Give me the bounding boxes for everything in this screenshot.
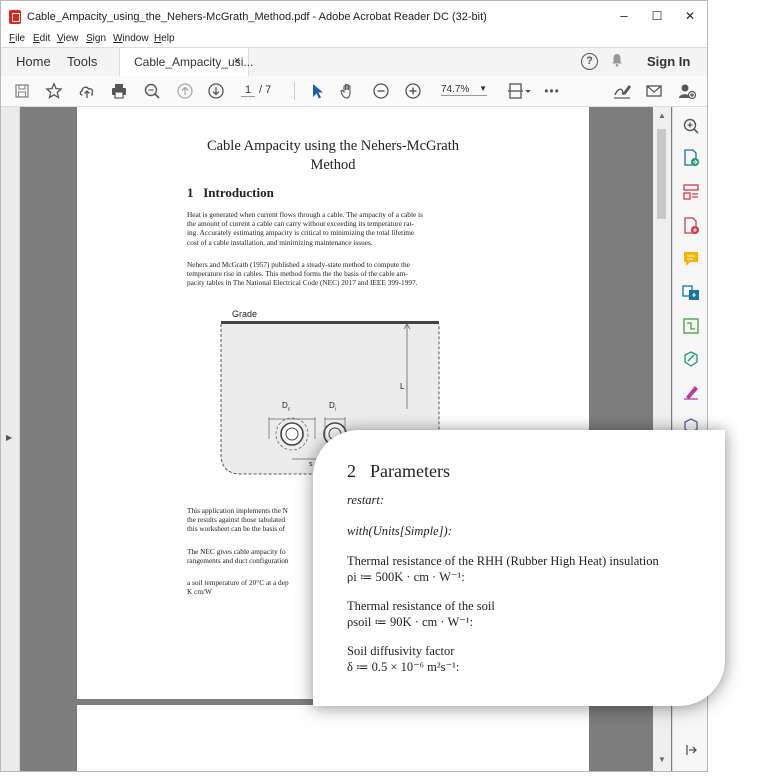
section-number: 1 [187, 185, 194, 200]
maximize-button[interactable]: ☐ [646, 7, 668, 25]
pdf-page-2 [77, 705, 589, 771]
menu-view[interactable]: View [57, 33, 79, 44]
zoom-search-icon[interactable] [141, 80, 163, 102]
menu-help[interactable]: Help [154, 33, 175, 44]
paragraph-1: Heat is generated when current flows thr… [187, 210, 477, 247]
zoom-tool-icon[interactable] [682, 117, 700, 135]
fit-page-icon[interactable] [505, 80, 533, 102]
rho-i-description: Thermal resistance of the RHH (Rubber Hi… [347, 554, 659, 568]
zoom-dropdown[interactable]: 74.7% ▼ [441, 84, 487, 96]
section-title: Parameters [370, 461, 450, 481]
toolbar-divider [294, 82, 295, 100]
menu-bar: File Edit View Sign Window Help [1, 33, 707, 47]
star-icon[interactable] [43, 80, 65, 102]
page-number-input[interactable]: 1 [241, 84, 255, 97]
menu-file[interactable]: File [9, 33, 25, 44]
hand-icon[interactable] [337, 80, 359, 102]
close-button[interactable]: ✕ [679, 7, 701, 25]
acrobat-icon [9, 10, 21, 24]
diameter-subscript: i [334, 406, 336, 413]
tab-tools[interactable]: Tools [67, 54, 97, 69]
page-up-icon[interactable] [174, 80, 196, 102]
sign-in-button[interactable]: Sign In [647, 54, 690, 69]
upload-icon[interactable] [76, 80, 98, 102]
spacing-label: s [309, 461, 313, 468]
select-cursor-icon[interactable] [306, 80, 328, 102]
export-pdf-icon[interactable] [682, 149, 700, 167]
sign-icon[interactable] [611, 80, 633, 102]
scrollbar-thumb[interactable] [657, 129, 666, 219]
delta-description: Soil diffusivity factor [347, 644, 455, 658]
section-title: Introduction [203, 185, 274, 200]
rho-soil-expression: ρsoil ≔ 90K · cm · W⁻¹: [347, 615, 474, 629]
text-line: Heat is generated when current flows thr… [187, 210, 423, 219]
text-line: temperature rise in cables. This method … [187, 269, 408, 279]
text-line: ing. Accurately estimating ampacity is c… [187, 228, 415, 238]
chevron-down-icon: ▼ [479, 84, 487, 93]
text-line: the amount of current a cable can carry … [187, 219, 414, 229]
section-heading-introduction: 1 Introduction [187, 185, 274, 201]
restart-command: restart: [347, 493, 385, 507]
rho-i-expression: ρi ≔ 500K · cm · W⁻¹: [347, 570, 465, 584]
edit-pdf-icon[interactable] [682, 350, 700, 368]
menu-window[interactable]: Window [113, 33, 149, 44]
expand-panel-icon[interactable]: ▶ [6, 433, 12, 442]
zoom-value: 74.7% [441, 84, 470, 95]
email-icon[interactable] [643, 80, 665, 102]
scroll-down-icon[interactable]: ▼ [658, 755, 666, 764]
bell-icon[interactable] [611, 53, 623, 70]
text-line: cost of a cable installation, and minimi… [187, 237, 373, 247]
combine-files-icon[interactable] [682, 284, 700, 302]
collapse-pane-icon[interactable] [682, 741, 700, 759]
delta-expression: δ ≔ 0.5 × 10⁻⁶ m²s⁻¹: [347, 660, 460, 674]
menu-edit[interactable]: Edit [33, 33, 50, 44]
section-number: 2 [347, 461, 356, 481]
document-title-line-2: Method [310, 157, 356, 173]
save-icon[interactable] [11, 80, 33, 102]
text-line: pacity tables in The National Electrical… [187, 278, 418, 288]
add-user-icon[interactable] [676, 80, 698, 102]
section-heading-parameters: 2 Parameters [347, 461, 450, 482]
toolbar: 1 / 7 74.7% ▼ ••• [1, 76, 707, 107]
more-tools-icon[interactable]: ••• [541, 80, 563, 102]
rho-soil-description: Thermal resistance of the soil [347, 599, 495, 613]
title-bar: Cable_Ampacity_using_the_Nehers-McGrath_… [1, 1, 707, 33]
with-units-command: with(Units[Simple]): [347, 524, 452, 538]
minimize-button[interactable]: – [613, 7, 635, 25]
diameter-subscript: c [287, 406, 291, 413]
fill-sign-icon[interactable] [682, 383, 700, 401]
compress-pdf-icon[interactable] [682, 317, 700, 335]
window-title: Cable_Ampacity_using_the_Nehers-McGrath_… [27, 11, 487, 23]
tab-document[interactable]: Cable_Ampacity_usi... × [119, 48, 253, 76]
left-nav-panel[interactable]: ▶ [1, 107, 20, 771]
tab-home[interactable]: Home [16, 54, 51, 69]
outer-diameter-label: Dc [282, 401, 290, 413]
zoom-in-icon[interactable] [402, 80, 424, 102]
print-icon[interactable] [108, 80, 130, 102]
comment-icon[interactable] [682, 250, 700, 268]
inner-diameter-label: Di [329, 401, 336, 413]
create-pdf-icon[interactable] [682, 217, 700, 235]
zoom-out-icon[interactable] [370, 80, 392, 102]
paragraph-2: Nehers and McGrath (1957) published a st… [187, 260, 477, 288]
organize-pages-icon[interactable] [682, 183, 700, 201]
page-down-icon[interactable] [205, 80, 227, 102]
text-line: Nehers and McGrath (1957) published a st… [187, 260, 410, 269]
parameters-callout: 2 Parameters restart: with(Units[Simple])… [313, 430, 725, 706]
document-title-line-1: Cable Ampacity using the Nehers-McGrath [206, 138, 460, 154]
page-total: / 7 [259, 84, 272, 96]
menu-sign[interactable]: Sign [86, 33, 106, 44]
scroll-up-icon[interactable]: ▲ [658, 111, 666, 120]
document-title: Cable Ampacity using the Nehers-McGrath … [77, 137, 589, 175]
tab-bar: Home Tools Cable_Ampacity_usi... × ? Sig… [1, 47, 707, 77]
tab-close-icon[interactable]: × [234, 55, 240, 67]
depth-label: L [400, 382, 405, 391]
help-icon[interactable]: ? [581, 53, 598, 70]
